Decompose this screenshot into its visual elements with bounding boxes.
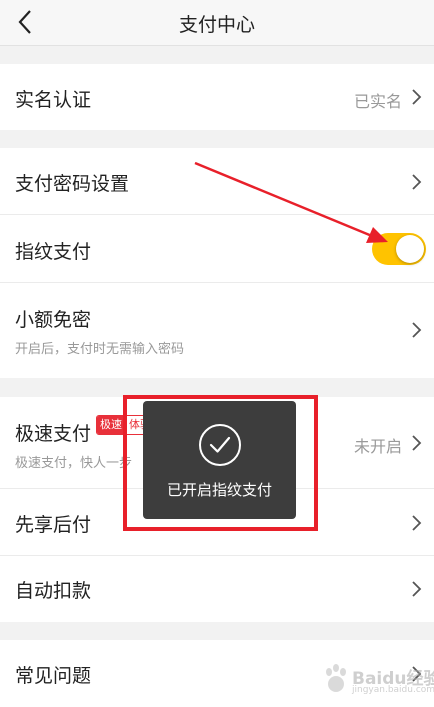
nav-bar: 支付中心 [0, 0, 434, 46]
fingerprint-label: 指纹支付 [15, 241, 92, 263]
faq-label: 常见问题 [15, 665, 92, 687]
pay-password-row[interactable]: 支付密码设置 [0, 148, 434, 215]
pay-later-label: 先享后付 [15, 514, 92, 536]
chevron-right-icon [412, 322, 422, 338]
identity-row[interactable]: 实名认证 已实名 [0, 64, 434, 130]
fingerprint-row: 指纹支付 [0, 215, 434, 283]
toggle-knob [396, 235, 424, 263]
fingerprint-toggle[interactable] [372, 233, 426, 265]
badge-primary: 极速 [97, 416, 125, 434]
baidu-watermark: Baidu经验 jingyan.baidu.com [322, 660, 434, 700]
small-free-label: 小额免密 [15, 309, 92, 331]
auto-debit-row[interactable]: 自动扣款 [0, 556, 434, 622]
quick-pay-description: 极速支付，快人一步 [15, 456, 133, 471]
watermark-url: jingyan.baidu.com [352, 685, 434, 695]
auto-debit-label: 自动扣款 [15, 580, 92, 602]
quick-pay-status: 未开启 [353, 437, 402, 456]
pay-password-label: 支付密码设置 [15, 173, 130, 195]
paw-logo-icon [326, 664, 346, 692]
annotation-highlight-box [123, 395, 318, 531]
security-group: 支付密码设置 指纹支付 小额免密 开启后，支付时无需输入密码 [0, 148, 434, 378]
chevron-right-icon [412, 581, 422, 597]
quick-pay-label: 极速支付 [15, 423, 92, 445]
identity-group: 实名认证 已实名 [0, 64, 434, 130]
small-free-row[interactable]: 小额免密 开启后，支付时无需输入密码 [0, 283, 434, 378]
chevron-right-icon [412, 89, 422, 105]
small-free-description: 开启后，支付时无需输入密码 [15, 342, 185, 357]
identity-label: 实名认证 [15, 89, 92, 111]
identity-status: 已实名 [353, 92, 402, 111]
chevron-right-icon [412, 174, 422, 190]
page-title: 支付中心 [178, 13, 255, 36]
chevron-right-icon [412, 435, 422, 451]
chevron-right-icon [412, 515, 422, 531]
